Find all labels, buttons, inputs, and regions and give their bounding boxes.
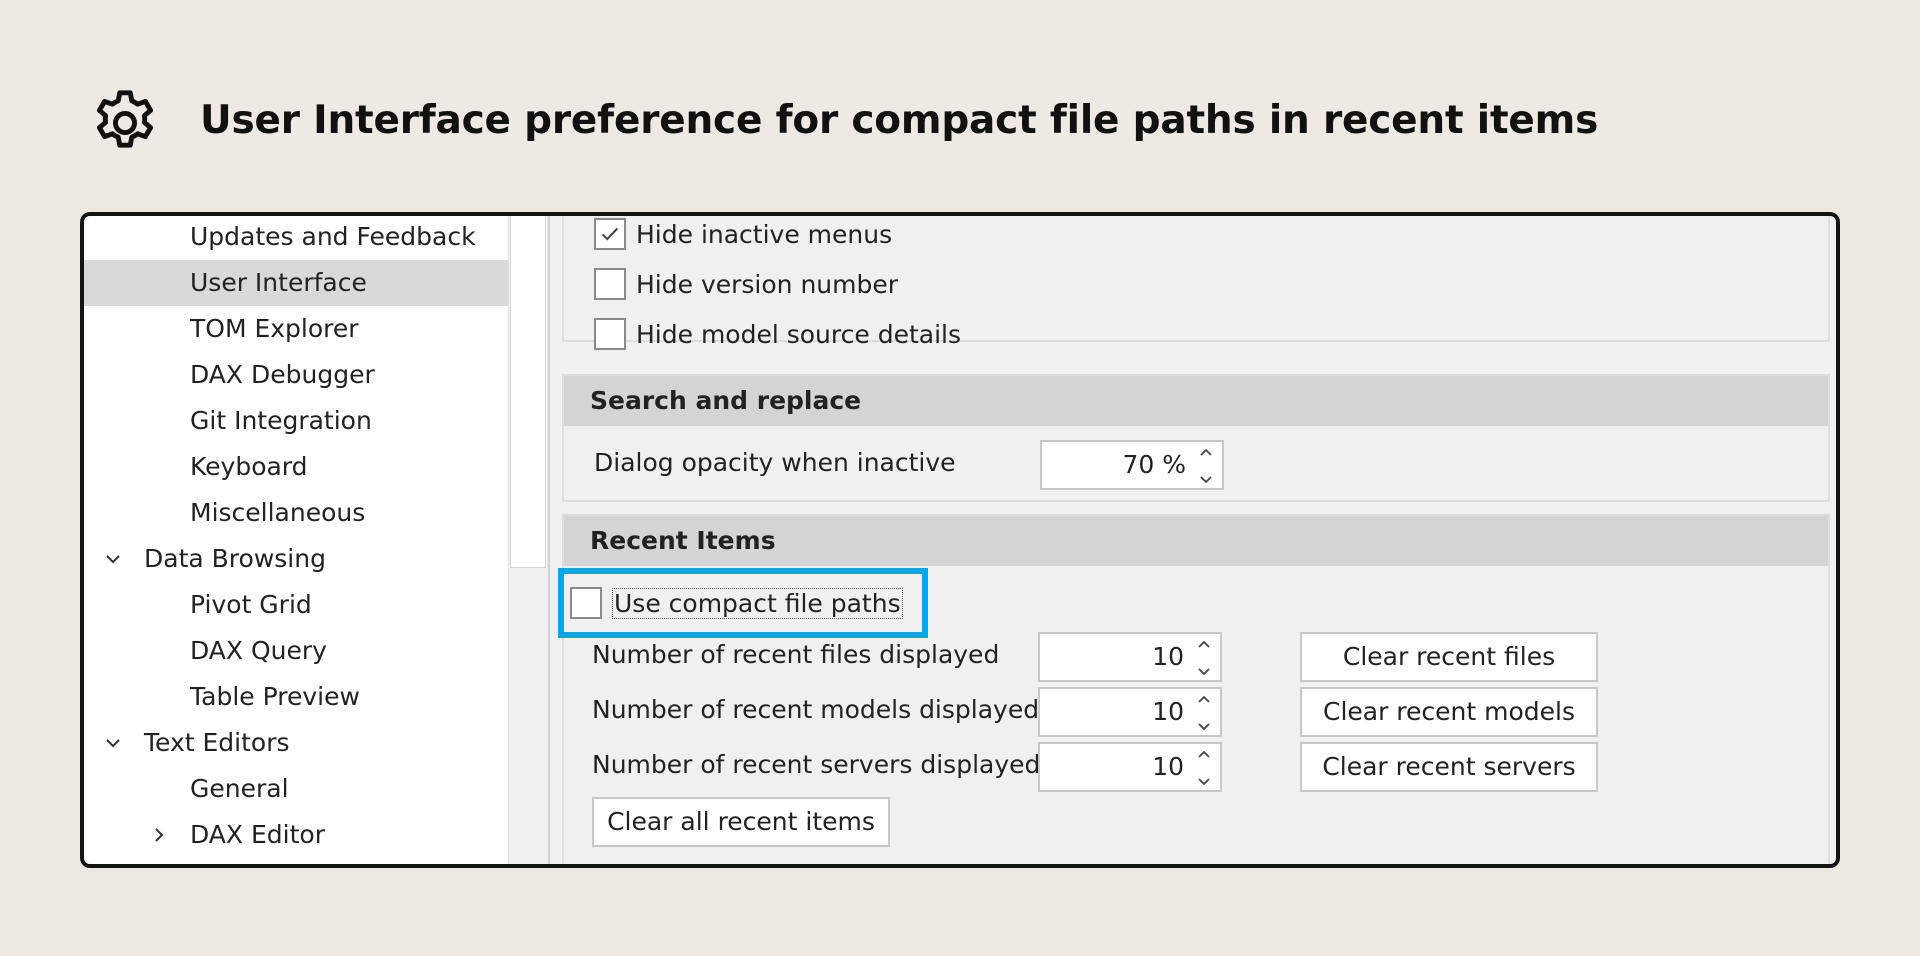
tree-item-label: User Interface [190, 268, 367, 297]
chevron-right-icon[interactable] [144, 812, 174, 858]
hide-model-source-details-label: Hide model source details [636, 319, 961, 349]
chevron-down-icon[interactable] [98, 536, 128, 582]
options-dialog: Updates and Feedback User Interface TOM Ex… [80, 212, 1840, 868]
recent-servers-spinner[interactable]: 10 [1038, 742, 1222, 792]
hide-inactive-menus-option[interactable]: Hide inactive menus [594, 216, 892, 252]
recent-servers-value[interactable]: 10 [1152, 744, 1184, 790]
spin-down-icon[interactable] [1199, 475, 1213, 485]
tree-item-label: DAX Debugger [190, 360, 375, 389]
tree-item[interactable]: DAX Debugger [84, 352, 508, 398]
search-replace-header: Search and replace [564, 376, 1828, 426]
highlight-box [558, 568, 928, 638]
tree-item[interactable]: DAX Query [84, 628, 508, 674]
dialog-opacity-spinner[interactable]: 70 % [1040, 440, 1224, 490]
tree-item-label: Miscellaneous [190, 498, 366, 527]
tree-item[interactable]: TOM Explorer [84, 306, 508, 352]
page-header [88, 86, 162, 160]
spin-down-icon[interactable] [1197, 667, 1211, 677]
tree-item[interactable]: Pivot Grid [84, 582, 508, 628]
tree-item[interactable]: Text Editors [84, 720, 508, 766]
tree-item-label: Git Integration [190, 406, 372, 435]
scrollbar-thumb[interactable] [510, 216, 546, 568]
hide-inactive-menus-checkbox[interactable] [594, 218, 626, 250]
tree-item-label: Updates and Feedback [190, 222, 476, 251]
dialog-opacity-label: Dialog opacity when inactive [594, 448, 956, 477]
tree-item-label: Data Browsing [144, 544, 326, 573]
spin-up-icon[interactable] [1197, 749, 1211, 759]
tree-item-label: Keyboard [190, 452, 308, 481]
tree-item[interactable]: Miscellaneous [84, 490, 508, 536]
spin-down-icon[interactable] [1197, 777, 1211, 787]
tree-item-label: General [190, 774, 289, 803]
tree-item[interactable]: General [84, 766, 508, 812]
spin-down-icon[interactable] [1197, 722, 1211, 732]
tree-item[interactable]: Data Browsing [84, 536, 508, 582]
chevron-down-icon[interactable] [98, 720, 128, 766]
recent-models-spinner[interactable]: 10 [1038, 687, 1222, 737]
tree-item-label: DAX Editor [190, 820, 325, 849]
clear-all-recent-items-button[interactable]: Clear all recent items [592, 797, 890, 847]
spin-up-icon[interactable] [1197, 694, 1211, 704]
recent-files-spinner[interactable]: 10 [1038, 632, 1222, 682]
clear-recent-models-button[interactable]: Clear recent models [1300, 687, 1598, 737]
hide-version-number-checkbox[interactable] [594, 268, 626, 300]
clear-recent-files-button[interactable]: Clear recent files [1300, 632, 1598, 682]
tree-item[interactable]: Updates and Feedback [84, 216, 508, 260]
hide-version-number-label: Hide version number [636, 269, 899, 299]
tree-item-label: Table Preview [190, 682, 360, 711]
tree-item[interactable]: User Interface [84, 260, 508, 306]
recent-files-label: Number of recent files displayed [592, 640, 1000, 669]
hide-model-source-details-option[interactable]: Hide model source details [594, 316, 961, 352]
clear-recent-servers-button[interactable]: Clear recent servers [1300, 742, 1598, 792]
recent-files-value[interactable]: 10 [1152, 634, 1184, 680]
tree-item-label: DAX Query [190, 636, 327, 665]
tree-item[interactable]: DAX Editor [84, 812, 508, 858]
search-replace-group: Search and replace Dialog opacity when i… [562, 374, 1830, 502]
checkmark-icon [601, 227, 619, 241]
tree-item-label: Pivot Grid [190, 590, 312, 619]
tree-item[interactable]: Keyboard [84, 444, 508, 490]
recent-servers-label: Number of recent servers displayed [592, 750, 1041, 779]
dialog-opacity-value[interactable]: 70 % [1122, 442, 1186, 488]
recent-items-header: Recent Items [564, 516, 1828, 566]
recent-models-value[interactable]: 10 [1152, 689, 1184, 735]
preferences-panel: Hide inactive menus Hide version number … [550, 216, 1836, 864]
recent-models-label: Number of recent models displayed [592, 695, 1040, 724]
tree-item-label: Text Editors [144, 728, 290, 757]
hide-model-source-details-checkbox[interactable] [594, 318, 626, 350]
hide-version-number-option[interactable]: Hide version number [594, 266, 898, 302]
hide-inactive-menus-label: Hide inactive menus [636, 219, 893, 249]
spin-up-icon[interactable] [1199, 447, 1213, 457]
gear-icon [88, 86, 162, 160]
page-title: User Interface preference for compact fi… [200, 98, 1599, 143]
tree-scrollbar[interactable] [508, 216, 548, 864]
tree-item[interactable]: Git Integration [84, 398, 508, 444]
ui-group: Hide inactive menus Hide version number … [562, 216, 1830, 350]
tree-item[interactable]: Table Preview [84, 674, 508, 720]
tree-item-label: TOM Explorer [190, 314, 359, 343]
options-tree[interactable]: Updates and Feedback User Interface TOM Ex… [84, 216, 508, 864]
spin-up-icon[interactable] [1197, 639, 1211, 649]
